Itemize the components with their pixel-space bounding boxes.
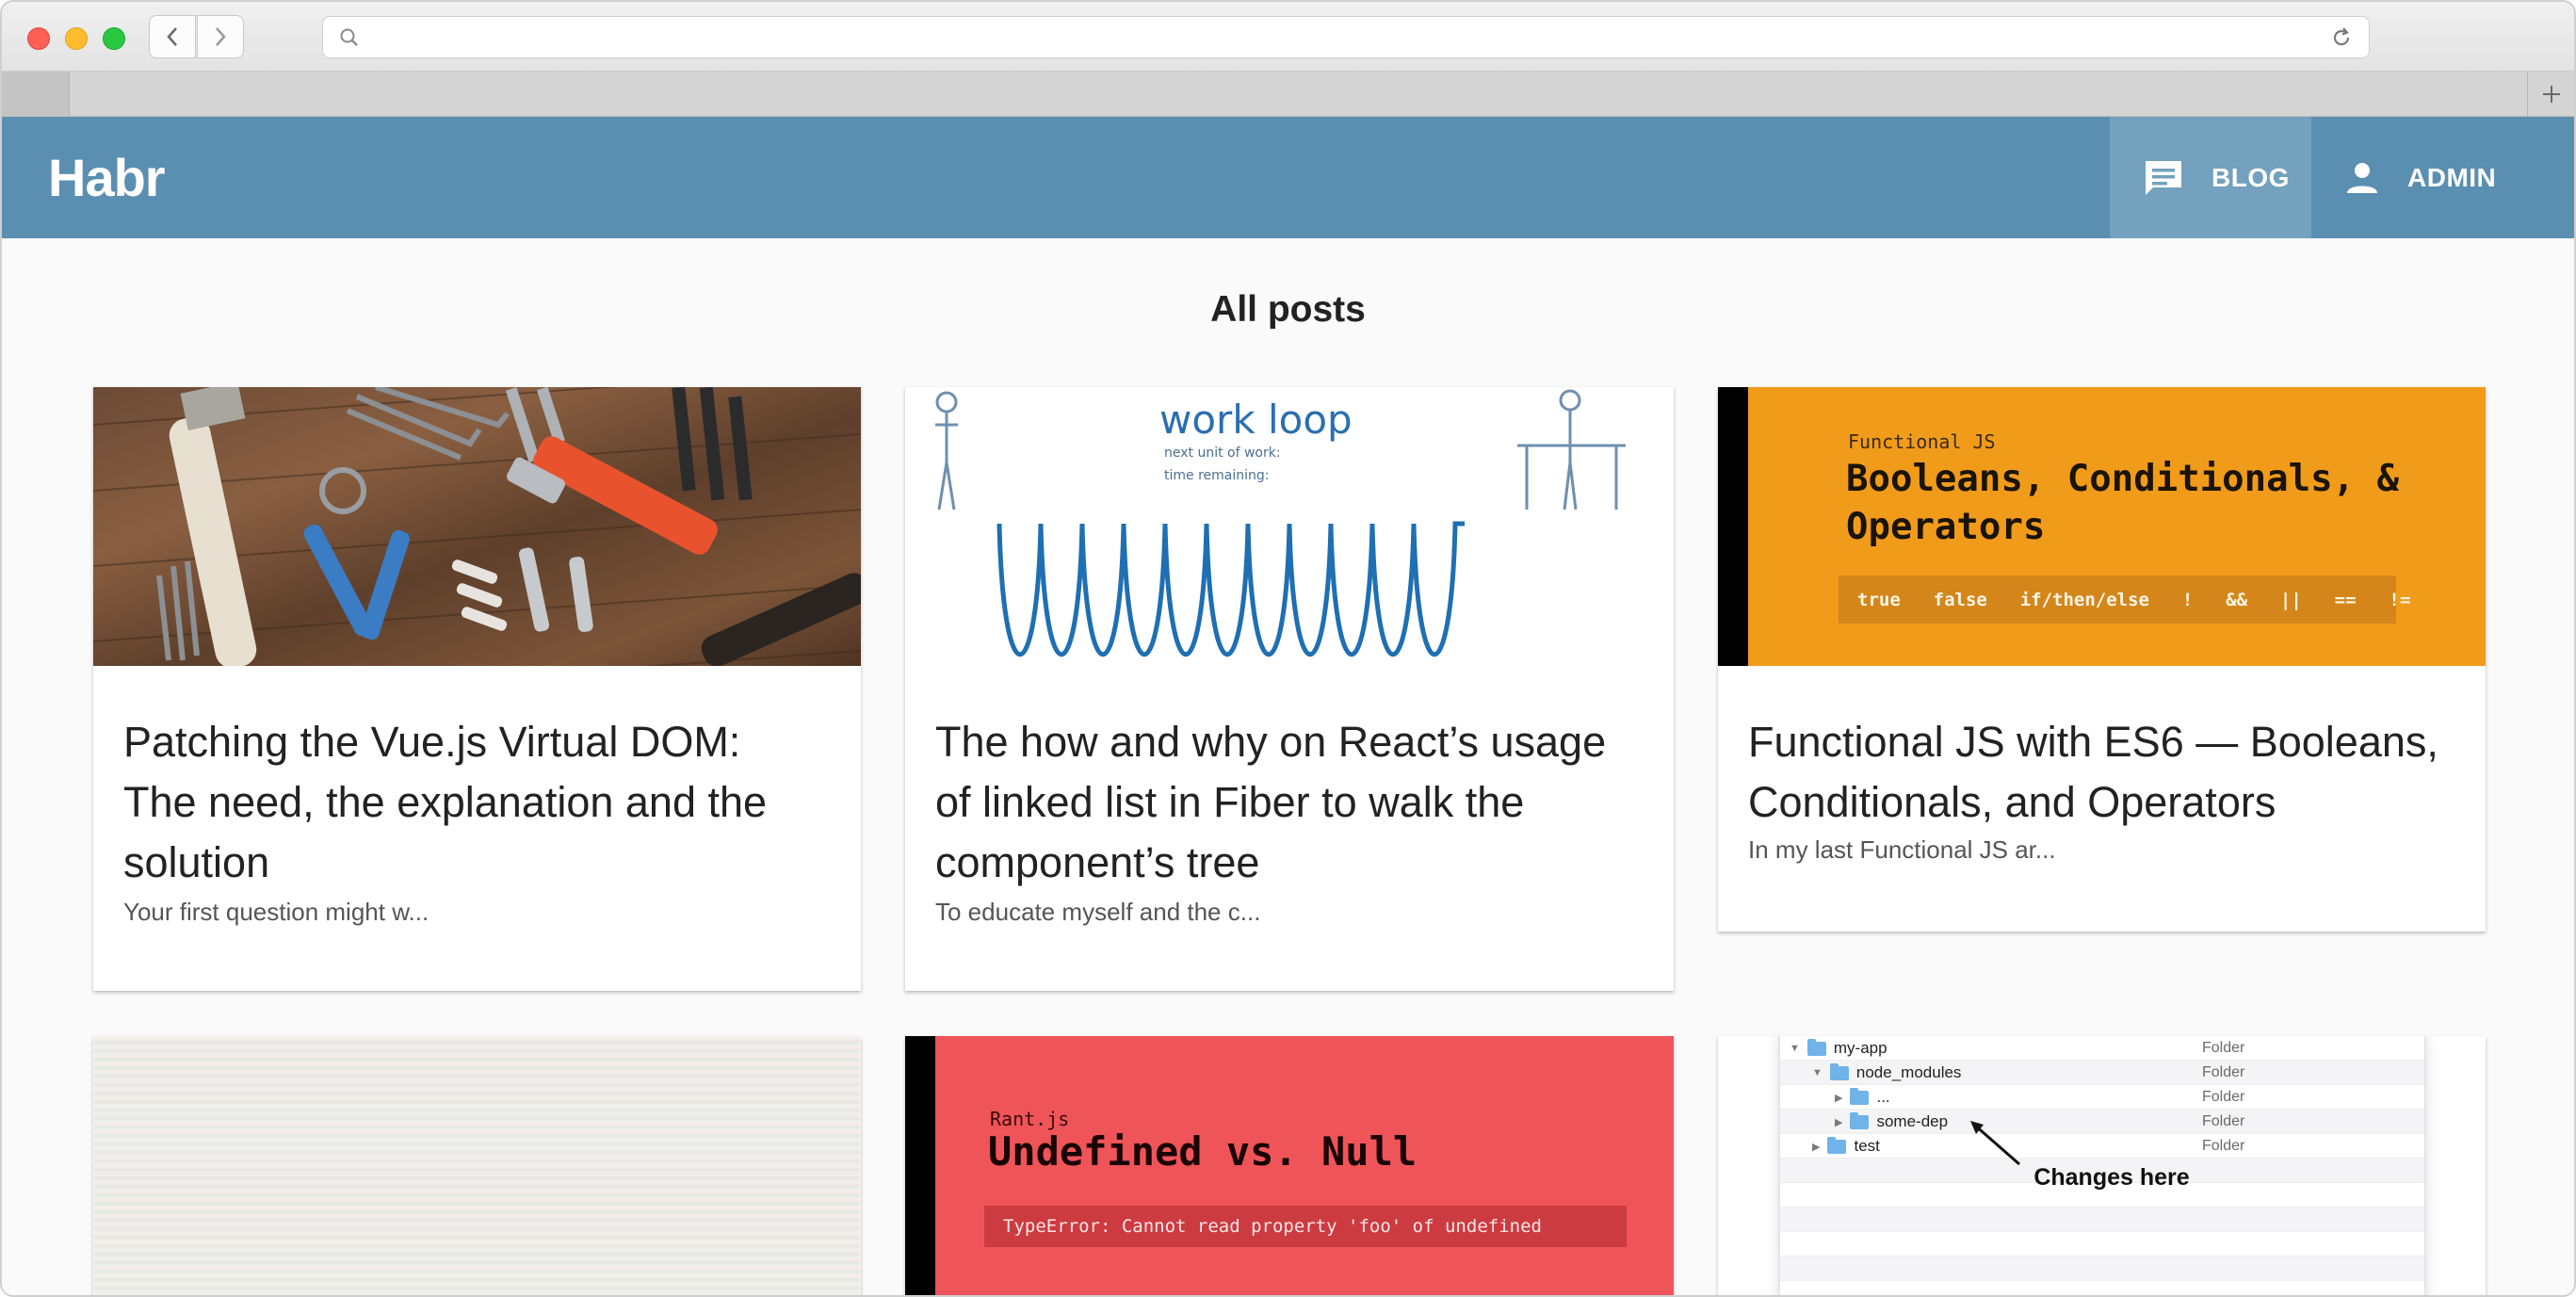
tools-illustration	[93, 387, 861, 666]
brand-logo[interactable]: Habr	[48, 147, 166, 208]
reload-icon[interactable]	[2329, 25, 2354, 50]
banner-side-bar	[1718, 387, 1748, 666]
browser-window: Habr BLOG ADMIN All posts Patching the V…	[0, 0, 2576, 1297]
folder-icon	[1829, 1062, 1849, 1080]
search-icon	[340, 28, 358, 46]
address-bar[interactable]	[322, 16, 2370, 58]
forward-button[interactable]	[197, 15, 244, 58]
post-image-finder-tree[interactable]: ▼ my-app Folder ▼ node_modules Folder ▶...…	[1718, 1036, 2486, 1295]
finder-row: ▶ test Folder	[1780, 1134, 2424, 1159]
page-title: All posts	[1210, 289, 1366, 330]
finder-window: ▼ my-app Folder ▼ node_modules Folder ▶...…	[1778, 1036, 2426, 1295]
tab-strip	[2, 72, 2574, 117]
banner-code-strip: TypeError: Cannot read property 'foo' of…	[984, 1206, 1627, 1247]
work-loop-drawing	[935, 389, 1626, 657]
banner-heading: Booleans, Conditionals, & Operators	[1846, 458, 2399, 548]
finder-row: ▼ my-app Folder	[1780, 1036, 2424, 1061]
chevron-left-icon	[167, 27, 177, 46]
post-title[interactable]: Patching the Vue.js Virtual DOM: The nee…	[123, 712, 820, 893]
disclosure-open-icon: ▼	[1812, 1067, 1823, 1078]
back-button[interactable]	[149, 15, 196, 58]
nav-admin[interactable]: ADMIN	[2311, 117, 2511, 238]
banner-heading: Undefined vs. Null	[988, 1128, 1418, 1175]
person-icon	[2347, 162, 2377, 193]
zoom-window-button[interactable]	[103, 27, 125, 50]
folder-icon	[1850, 1111, 1870, 1129]
banner-code-strip: true false if/then/else ! && || == !=	[1839, 576, 2410, 624]
finder-row	[1780, 1232, 2424, 1256]
folder-icon	[1827, 1136, 1847, 1154]
post-image-work-loop[interactable]: work loop next unit of work: time remain…	[905, 387, 1674, 666]
post-card[interactable]: Functional JS Booleans, Conditionals, & …	[1718, 387, 2486, 932]
post-title[interactable]: The how and why on React’s usage of link…	[935, 712, 1632, 893]
close-window-button[interactable]	[27, 27, 50, 50]
finder-row: ▶... Folder	[1780, 1085, 2424, 1110]
nav-blog-label: BLOG	[2211, 162, 2290, 192]
banner-series-label: Rant.js	[990, 1108, 1070, 1130]
changes-callout: Changes here	[2033, 1164, 2190, 1191]
disclosure-closed-icon: ▶	[1835, 1092, 1843, 1104]
finder-row	[1780, 1208, 2424, 1232]
post-card[interactable]: ▼ my-app Folder ▼ node_modules Folder ▶...…	[1718, 1036, 2486, 1295]
post-card[interactable]: work loop next unit of work: time remain…	[905, 387, 1674, 991]
folder-icon	[1850, 1087, 1870, 1105]
post-image-blurred-code[interactable]	[93, 1036, 861, 1295]
post-excerpt: Your first question might w...	[123, 898, 429, 926]
banner-side-bar	[905, 1036, 935, 1295]
new-tab-button[interactable]	[2527, 72, 2574, 117]
finder-row: ▼ node_modules Folder	[1780, 1061, 2424, 1085]
folder-icon	[1806, 1038, 1826, 1056]
post-image-functional-js[interactable]: Functional JS Booleans, Conditionals, & …	[1718, 387, 2486, 666]
nav-blog[interactable]: BLOG	[2110, 117, 2311, 238]
nav-admin-label: ADMIN	[2407, 162, 2497, 192]
finder-row	[1780, 1281, 2424, 1295]
plus-icon	[2542, 86, 2560, 103]
post-card[interactable]: Rant.js Undefined vs. Null TypeError: Ca…	[905, 1036, 1674, 1295]
browser-titlebar	[2, 2, 2574, 72]
disclosure-closed-icon: ▶	[1835, 1116, 1843, 1128]
tab-overview-button[interactable]	[2, 72, 70, 117]
disclosure-closed-icon: ▶	[1812, 1141, 1821, 1153]
post-card[interactable]	[93, 1036, 861, 1295]
post-image-rant-js[interactable]: Rant.js Undefined vs. Null TypeError: Ca…	[905, 1036, 1674, 1295]
post-title[interactable]: Functional JS with ES6 — Booleans, Condi…	[1748, 712, 2445, 833]
minimize-window-button[interactable]	[65, 27, 88, 50]
banner-series-label: Functional JS	[1848, 430, 1996, 453]
chat-bubble-icon	[2146, 160, 2181, 195]
post-excerpt: In my last Functional JS ar...	[1748, 835, 2056, 864]
finder-row: ▶ some-dep Folder	[1780, 1110, 2424, 1134]
post-card[interactable]: Patching the Vue.js Virtual DOM: The nee…	[93, 387, 861, 991]
finder-row	[1780, 1256, 2424, 1281]
disclosure-open-icon: ▼	[1790, 1043, 1800, 1054]
post-image-tools[interactable]	[93, 387, 861, 666]
arrow-icon	[1970, 1121, 2020, 1166]
app-header: Habr BLOG ADMIN	[2, 117, 2574, 238]
chevron-right-icon	[216, 27, 226, 46]
post-excerpt: To educate myself and the c...	[935, 898, 1261, 926]
